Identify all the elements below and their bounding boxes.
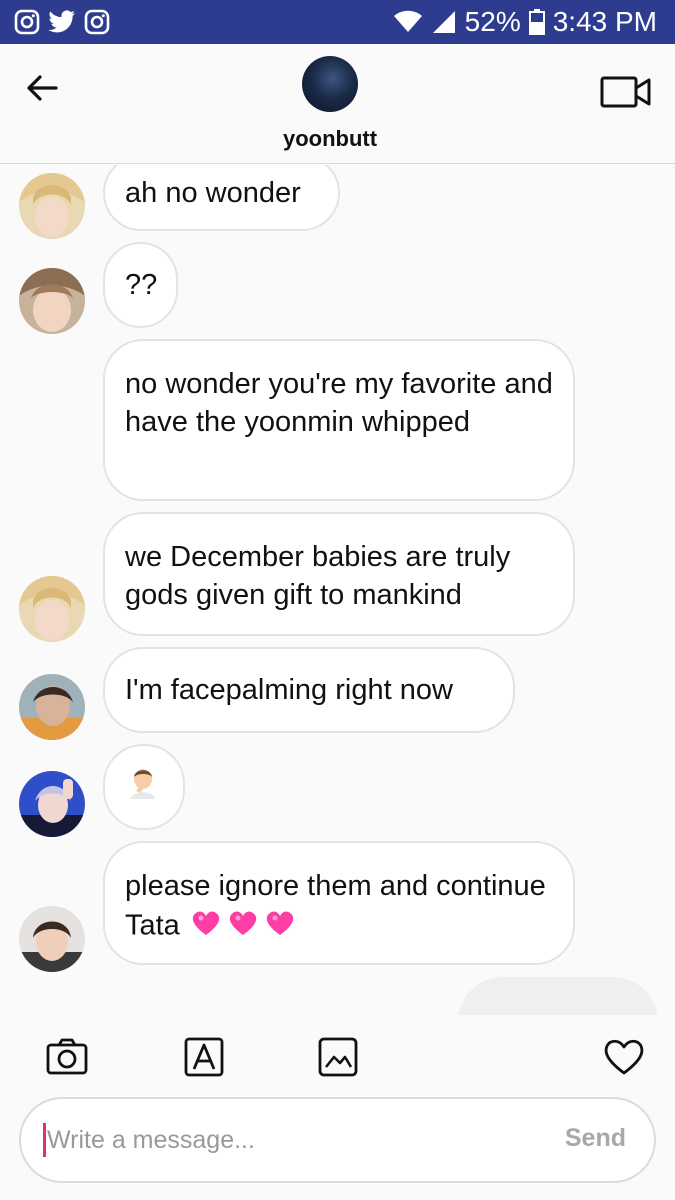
- text-format-button[interactable]: [182, 1035, 226, 1079]
- chat-username[interactable]: yoonbutt: [0, 126, 660, 152]
- sender-avatar[interactable]: [19, 576, 85, 642]
- chat-header: yoonbutt: [0, 44, 675, 164]
- message-bubble[interactable]: no wonder you're my favorite and have th…: [103, 339, 575, 501]
- sender-avatar[interactable]: [19, 173, 85, 239]
- message-bubble[interactable]: we December babies are truly gods given …: [103, 512, 575, 636]
- wifi-icon: [393, 10, 423, 34]
- battery-icon: [528, 9, 545, 35]
- instagram-icon: [84, 9, 110, 40]
- message-text: we December babies are truly gods given …: [125, 541, 511, 611]
- sender-avatar[interactable]: [19, 906, 85, 972]
- message-bubble[interactable]: [103, 744, 185, 830]
- sender-avatar[interactable]: [19, 771, 85, 837]
- clock: 3:43 PM: [552, 6, 657, 37]
- twitter-icon: [48, 10, 76, 39]
- instagram-icon: [14, 9, 40, 40]
- sender-avatar[interactable]: [19, 674, 85, 740]
- person-facepalming-emoji: [129, 765, 159, 809]
- message-bubble[interactable]: I'm facepalming right now: [103, 647, 515, 733]
- message-bubble[interactable]: ah no wonder: [103, 165, 340, 231]
- video-camera-icon: [600, 76, 651, 108]
- gallery-icon: [318, 1037, 358, 1077]
- heart-icon: [604, 1039, 644, 1075]
- like-button[interactable]: [602, 1035, 646, 1079]
- message-composer[interactable]: Send: [19, 1097, 656, 1183]
- video-call-button[interactable]: [600, 74, 652, 110]
- text-format-icon: [184, 1037, 224, 1077]
- message-thread[interactable]: ah no wonder ?? no wonder you're my favo…: [0, 165, 675, 1015]
- status-bar: 52% 3:43 PM: [0, 0, 675, 44]
- message-text: no wonder you're my favorite and have th…: [125, 368, 553, 438]
- message-bubble[interactable]: please ignore them and continue Tata: [103, 841, 575, 965]
- sender-avatar[interactable]: [19, 268, 85, 334]
- gallery-button[interactable]: [316, 1035, 360, 1079]
- header-avatar[interactable]: [302, 56, 358, 112]
- message-text: ??: [125, 269, 158, 301]
- send-button[interactable]: Send: [565, 1124, 626, 1153]
- battery-level: 52%: [464, 6, 521, 37]
- cell-signal-icon: [431, 9, 457, 35]
- message-text: I'm facepalming right now: [125, 674, 453, 706]
- composer-toolbar: [0, 1015, 675, 1095]
- message-bubble[interactable]: ??: [103, 242, 178, 328]
- text-cursor: [43, 1123, 46, 1157]
- message-text: ah no wonder: [125, 177, 301, 209]
- sent-message-bubble[interactable]: [458, 977, 658, 1015]
- back-button[interactable]: [22, 68, 62, 108]
- camera-button[interactable]: [45, 1035, 89, 1079]
- message-text: please ignore them and continue Tata: [125, 867, 553, 949]
- back-arrow-icon: [27, 75, 58, 101]
- camera-icon: [46, 1038, 88, 1075]
- message-input[interactable]: [47, 1119, 527, 1161]
- two-hearts-emoji: [188, 905, 300, 949]
